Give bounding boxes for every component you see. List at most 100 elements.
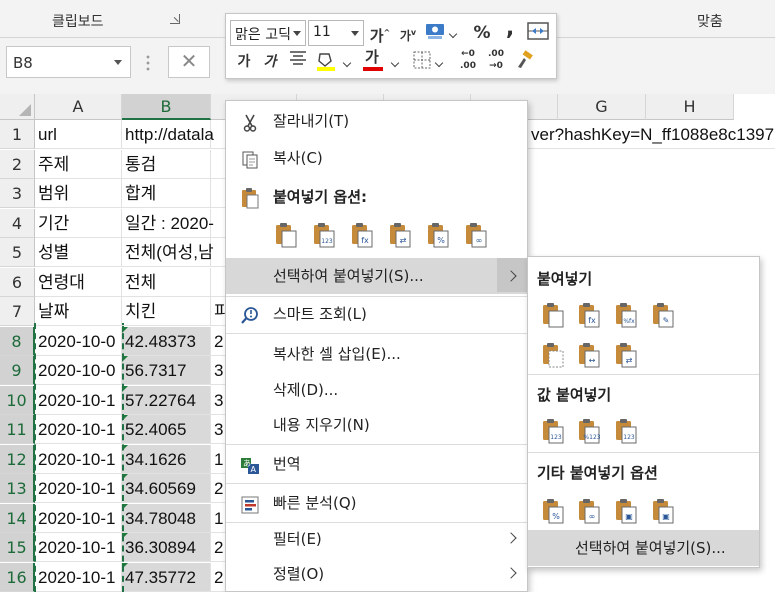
row-header[interactable]: 8: [0, 326, 35, 356]
font-color-chevron-icon[interactable]: [392, 50, 400, 74]
accounting-chevron-icon[interactable]: [450, 21, 458, 45]
menu-paste-special[interactable]: 선택하여 붙여넣기(S)...: [226, 258, 527, 294]
grid-cell-a[interactable]: 기간: [35, 208, 122, 238]
row-header[interactable]: 12: [0, 444, 35, 474]
select-all-corner[interactable]: [0, 94, 35, 120]
paste-link-icon[interactable]: ∞: [464, 221, 488, 249]
align-center-button[interactable]: [286, 50, 310, 74]
row-header[interactable]: 4: [0, 208, 35, 238]
no-borders-icon[interactable]: [541, 341, 565, 369]
comma-style-button[interactable]: ,: [498, 17, 522, 41]
grid-cell-a[interactable]: 날짜: [35, 297, 122, 326]
paste-icon[interactable]: [541, 301, 565, 329]
paste-picture-icon[interactable]: ▣: [614, 497, 638, 525]
grid-cell-b[interactable]: 치킨: [122, 297, 211, 326]
accounting-format-button[interactable]: [424, 21, 448, 45]
grid-cell-a[interactable]: 주제: [35, 149, 122, 179]
paste-link-icon[interactable]: ∞: [577, 497, 601, 525]
column-header-g[interactable]: G: [558, 94, 646, 120]
splitter-handle-icon[interactable]: [146, 54, 150, 72]
bold-button[interactable]: 가: [232, 50, 256, 74]
menu-smart-lookup[interactable]: 스마트 조회(L): [226, 297, 527, 331]
borders-chevron-icon[interactable]: [436, 50, 444, 74]
menu-translate[interactable]: あA 번역: [226, 447, 527, 481]
fill-color-button[interactable]: [314, 50, 338, 74]
grid-cell-b[interactable]: 36.30894: [122, 533, 211, 562]
row-header[interactable]: 3: [0, 179, 35, 208]
row-header[interactable]: 11: [0, 415, 35, 444]
shrink-font-button[interactable]: 가v: [396, 21, 420, 45]
paste-formulas-icon[interactable]: fx: [350, 221, 374, 249]
grid-cell-a[interactable]: 범위: [35, 179, 122, 208]
grid-cell-a[interactable]: 2020-10-1: [35, 562, 122, 592]
grid-cell-a[interactable]: 2020-10-1: [35, 444, 122, 474]
grid-cell-a[interactable]: 2020-10-1: [35, 385, 122, 415]
italic-button[interactable]: 가: [258, 50, 282, 74]
paste-values-icon[interactable]: 123: [541, 417, 565, 445]
paste-formatting-icon[interactable]: %: [541, 497, 565, 525]
paste-formulas-icon[interactable]: fx: [577, 301, 601, 329]
grid-cell-a[interactable]: 2020-10-0: [35, 326, 122, 356]
grid-cell-b[interactable]: 전체(여성,남: [122, 238, 214, 267]
row-header[interactable]: 15: [0, 533, 35, 562]
menu-insert-copied[interactable]: 복사한 셀 삽입(E)...: [226, 337, 527, 371]
paste-formulas-number-format-icon[interactable]: %fx: [614, 301, 638, 329]
grid-cell-a[interactable]: 2020-10-1: [35, 474, 122, 503]
paste-icon[interactable]: [274, 221, 298, 249]
percent-style-button[interactable]: %: [470, 21, 494, 45]
font-color-button[interactable]: 가: [362, 48, 386, 72]
chevron-down-icon[interactable]: [114, 60, 122, 65]
grid-cell-a[interactable]: 2020-10-1: [35, 533, 122, 562]
values-source-formatting-icon[interactable]: 123: [614, 417, 638, 445]
format-painter-button[interactable]: [512, 50, 536, 74]
grid-cell-b[interactable]: 합계: [122, 179, 211, 208]
paste-formatting-icon[interactable]: %: [426, 221, 450, 249]
grid-cell-b[interactable]: 56.7317: [122, 356, 211, 385]
menu-cut[interactable]: 잘라내기(T): [226, 104, 527, 138]
increase-decimal-button[interactable]: ←0.00: [456, 48, 480, 72]
grid-cell-b[interactable]: 47.35772: [122, 562, 211, 592]
menu-copy[interactable]: 복사(C): [226, 141, 527, 175]
grid-cell-a[interactable]: 2020-10-0: [35, 356, 122, 385]
linked-picture-icon[interactable]: ▣: [651, 497, 675, 525]
grid-cell-b[interactable]: 일간 : 2020-: [122, 208, 214, 238]
grid-cell-a[interactable]: 성별: [35, 238, 122, 267]
grid-cell-b[interactable]: 통검: [122, 149, 211, 179]
row-header[interactable]: 16: [0, 562, 35, 592]
menu-quick-analysis[interactable]: 빠른 분석(Q): [226, 486, 527, 520]
grid-cell-b[interactable]: 52.4065: [122, 415, 211, 444]
paste-values-icon[interactable]: 123: [312, 221, 336, 249]
dialog-launcher-icon[interactable]: [170, 14, 180, 24]
menu-delete[interactable]: 삭제(D)...: [226, 373, 527, 407]
grid-cell-a[interactable]: url: [35, 120, 122, 149]
grid-cell-b[interactable]: http://datala: [122, 120, 214, 149]
values-number-format-icon[interactable]: %123: [577, 417, 601, 445]
row-header[interactable]: 14: [0, 503, 35, 533]
grow-font-button[interactable]: 가^: [368, 21, 392, 45]
paste-transpose-icon[interactable]: ⇄: [388, 221, 412, 249]
row-header[interactable]: 9: [0, 356, 35, 385]
decrease-decimal-button[interactable]: .00 →0: [484, 48, 508, 72]
menu-filter[interactable]: 필터(E): [226, 522, 527, 556]
fill-chevron-icon[interactable]: [344, 50, 352, 74]
font-size-dropdown[interactable]: 11: [308, 20, 364, 46]
grid-cell-b[interactable]: 57.22764: [122, 385, 211, 415]
row-header[interactable]: 10: [0, 385, 35, 415]
paste-transpose-icon[interactable]: ⇄: [614, 341, 638, 369]
column-header-h[interactable]: H: [646, 94, 734, 120]
font-name-dropdown[interactable]: 맑은 고딕: [230, 20, 306, 46]
row-header[interactable]: 5: [0, 238, 35, 267]
keep-source-formatting-icon[interactable]: ✎: [651, 301, 675, 329]
submenu-paste-special[interactable]: 선택하여 붙여넣기(S)...: [528, 530, 759, 566]
row-header[interactable]: 13: [0, 474, 35, 503]
cancel-formula-button[interactable]: ✕: [168, 46, 210, 78]
column-header-a[interactable]: A: [35, 94, 122, 120]
row-header[interactable]: 6: [0, 267, 35, 297]
borders-button[interactable]: [410, 50, 434, 74]
grid-cell-b[interactable]: 42.48373: [122, 326, 211, 356]
row-header[interactable]: 7: [0, 297, 35, 326]
wrap-merge-button[interactable]: [526, 21, 550, 45]
grid-cell-a[interactable]: 2020-10-1: [35, 503, 122, 533]
grid-cell-b[interactable]: 34.78048: [122, 503, 211, 533]
grid-cell-b[interactable]: 34.60569: [122, 474, 211, 503]
